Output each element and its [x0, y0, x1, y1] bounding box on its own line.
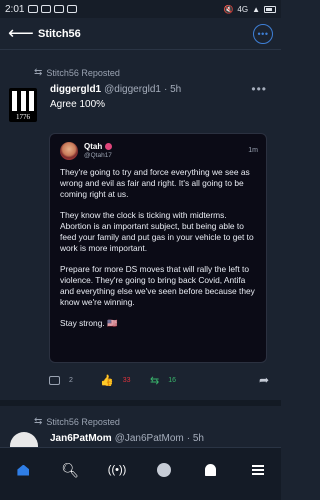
- post-author-row: diggergld1 @diggergld1 · 5h: [50, 84, 181, 95]
- bell-icon: [205, 464, 217, 476]
- status-right: 🔇 4G ▲: [223, 5, 276, 14]
- network-label: 4G: [237, 4, 249, 14]
- comment-count: 2: [69, 376, 73, 384]
- page-title: Stitch56: [38, 27, 81, 40]
- post-divider: [0, 400, 281, 406]
- status-notification-icons: [28, 5, 78, 13]
- menu-icon: [251, 465, 264, 475]
- top-app-bar: ⟵ Stitch56 •••: [0, 18, 281, 50]
- comment-button[interactable]: 2: [49, 375, 100, 385]
- status-bar: 2:01 🔇 4G ▲: [0, 0, 281, 18]
- quoted-paragraph: They know the clock is ticking with midt…: [60, 210, 254, 253]
- nav-notifications[interactable]: [196, 455, 226, 485]
- author-handle[interactable]: @diggergld1: [104, 84, 161, 95]
- comment-icon: [49, 375, 60, 385]
- user-avatar-icon: [156, 463, 171, 477]
- quoted-post[interactable]: Qtah @Qtah17 1m They're going to try and…: [49, 133, 267, 363]
- search-icon: 🔍︎: [61, 461, 80, 478]
- avatar-roman-numerals-icon: [12, 91, 34, 111]
- post-age: · 5h: [186, 433, 204, 444]
- repost-button[interactable]: ⇆ 16: [150, 374, 200, 387]
- quoted-age: 1m: [248, 147, 258, 154]
- nav-live[interactable]: ((•)): [102, 455, 132, 485]
- notification-icon: [28, 5, 39, 13]
- broadcast-icon: ((•)): [107, 464, 127, 476]
- quoted-body: They're going to try and force everythin…: [60, 167, 258, 339]
- thumbs-up-icon: 👍: [100, 374, 114, 387]
- repost-icon: ⇆: [34, 416, 43, 427]
- repost-count: 16: [168, 376, 177, 384]
- share-arrow-icon[interactable]: ➦: [259, 373, 269, 387]
- quoted-paragraph: They're going to try and force everythin…: [60, 167, 250, 199]
- repost-icon: ⇆: [150, 374, 160, 387]
- author-display-name[interactable]: Jan6PatMom: [50, 433, 112, 444]
- mute-icon: 🔇: [223, 4, 234, 14]
- post-age: · 5h: [163, 84, 182, 95]
- battery-icon: [264, 5, 276, 13]
- repost-icon: ⇆: [34, 67, 43, 78]
- like-button[interactable]: 👍 33: [100, 374, 150, 387]
- status-time: 2:01: [5, 3, 25, 15]
- author-handle[interactable]: @Jan6PatMom: [115, 433, 184, 444]
- home-icon: [17, 464, 30, 476]
- image-icon: [54, 5, 65, 13]
- voicemail-icon: [67, 5, 78, 13]
- repost-label: Stitch56 Reposted: [46, 416, 120, 427]
- avatar[interactable]: 1776: [9, 88, 37, 122]
- quoted-display-name: Qtah: [84, 142, 103, 151]
- bottom-nav: 🔍︎ ((•)): [0, 447, 281, 500]
- nav-search[interactable]: 🔍︎: [55, 455, 85, 485]
- author-display-name[interactable]: diggergld1: [50, 84, 101, 95]
- quoted-avatar: [60, 142, 78, 160]
- quoted-author-row: Qtah: [84, 142, 113, 151]
- verified-badge-icon: [105, 143, 113, 150]
- quoted-paragraph: Stay strong. 🇺🇸: [60, 318, 118, 328]
- quoted-handle: @Qtah17: [84, 152, 112, 159]
- shield-icon: [41, 5, 52, 13]
- post-author-row: Jan6PatMom @Jan6PatMom · 5h: [50, 433, 204, 444]
- post-body: Agree 100%: [50, 99, 106, 110]
- avatar-year: 1776: [16, 113, 30, 121]
- nav-menu[interactable]: [243, 455, 273, 485]
- post-more-icon[interactable]: •••: [251, 82, 267, 96]
- quoted-paragraph: Prepare for more DS moves that will rall…: [60, 264, 255, 307]
- repost-label: Stitch56 Reposted: [46, 67, 120, 78]
- nav-profile[interactable]: [149, 455, 179, 485]
- signal-icon: ▲: [252, 4, 260, 14]
- more-options-button[interactable]: •••: [253, 23, 273, 44]
- post-actions: 2 👍 33 ⇆ 16 ➦: [49, 373, 269, 387]
- nav-home[interactable]: [8, 455, 38, 485]
- like-count: 33: [122, 376, 131, 384]
- repost-indicator: ⇆ Stitch56 Reposted: [0, 67, 120, 78]
- arrow-left-icon[interactable]: ⟵: [8, 23, 34, 44]
- repost-indicator: ⇆ Stitch56 Reposted: [0, 416, 120, 427]
